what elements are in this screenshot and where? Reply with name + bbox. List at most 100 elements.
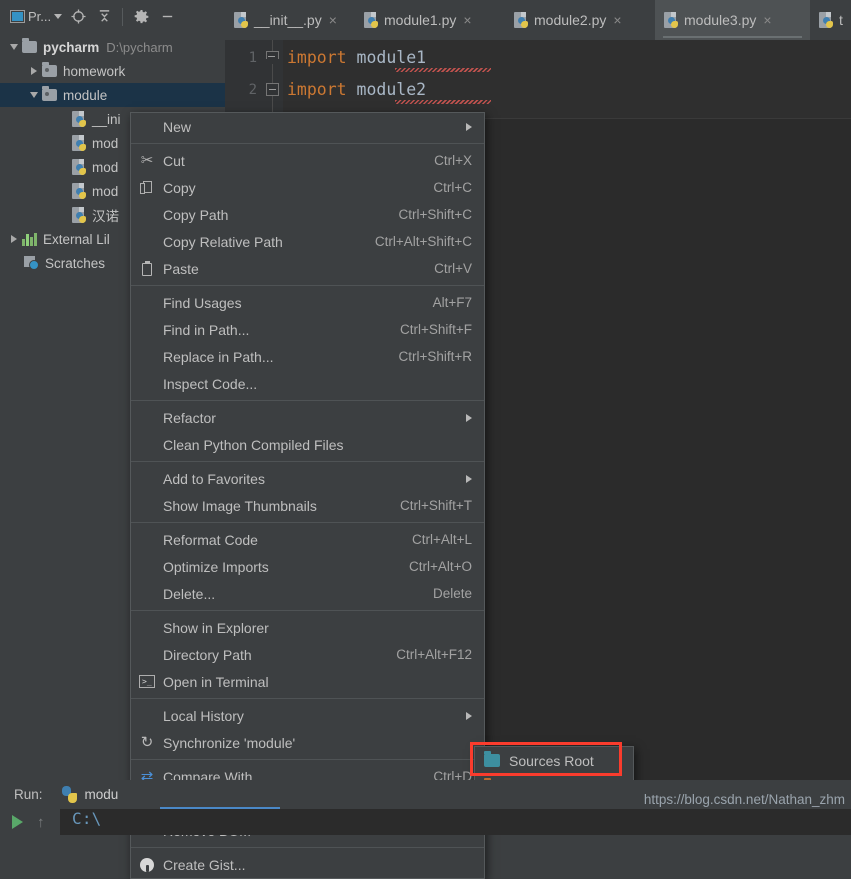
menu-item-show-in-explorer[interactable]: Show in Explorer [131, 614, 484, 641]
menu-item-label: Directory Path [163, 646, 252, 663]
menu-item-label: Optimize Imports [163, 558, 269, 575]
chevron-down-icon[interactable] [6, 44, 22, 50]
copy-icon [138, 180, 156, 196]
menu-separator [131, 461, 484, 462]
code-text: module1 [346, 48, 427, 67]
close-icon[interactable]: × [463, 13, 471, 27]
error-underline [395, 68, 491, 72]
menu-item-label: Copy Relative Path [163, 233, 283, 250]
code-line-1: import module1 [287, 48, 426, 67]
project-select-icon [10, 10, 25, 23]
keyword-token: import [287, 80, 347, 99]
tab-label: module2.py [534, 12, 607, 28]
menu-separator [131, 285, 484, 286]
menu-item-reformat-code[interactable]: Reformat Code Ctrl+Alt+L [131, 526, 484, 553]
python-file-icon [514, 11, 529, 29]
submenu-item-sources-root[interactable]: Sources Root [475, 747, 633, 774]
menu-item-shortcut: Ctrl+Alt+F12 [396, 647, 472, 662]
project-view-selector[interactable]: Pr... [10, 9, 63, 24]
tree-item-label: mod [92, 135, 119, 151]
menu-item-find-in-path[interactable]: Find in Path... Ctrl+Shift+F [131, 316, 484, 343]
menu-item-clean-python-compiled-files[interactable]: Clean Python Compiled Files [131, 431, 484, 458]
close-icon[interactable]: × [613, 13, 621, 27]
watermark-text: https://blog.csdn.net/Nathan_zhm [643, 792, 845, 807]
menu-item-create-gist[interactable]: Create Gist... [131, 851, 484, 878]
menu-item-add-to-favorites[interactable]: Add to Favorites [131, 465, 484, 492]
tree-item-path: D:\pycharm [106, 39, 173, 55]
run-label: Run: [14, 787, 43, 802]
menu-item-open-in-terminal[interactable]: >_ Open in Terminal [131, 668, 484, 695]
menu-item-label: Copy Path [163, 206, 229, 223]
console-output-text: C:\ [72, 809, 102, 828]
editor-tab-module3[interactable]: module3.py × [655, 0, 810, 40]
menu-separator [131, 610, 484, 611]
tree-item-module[interactable]: module [0, 83, 225, 107]
close-icon[interactable]: × [329, 13, 337, 27]
menu-separator [131, 698, 484, 699]
menu-item-replace-in-path[interactable]: Replace in Path... Ctrl+Shift+R [131, 343, 484, 370]
menu-item-delete[interactable]: Delete... Delete [131, 580, 484, 607]
tree-item-homework[interactable]: homework [0, 59, 225, 83]
menu-item-shortcut: Ctrl+Shift+F [399, 322, 472, 337]
menu-item-label: Synchronize 'module' [163, 734, 296, 751]
run-tab[interactable]: modu [61, 780, 118, 809]
chevron-right-icon[interactable] [26, 67, 42, 75]
fold-toggle-icon[interactable] [266, 51, 279, 64]
paste-icon [138, 260, 156, 277]
menu-item-shortcut: Delete [432, 586, 472, 601]
menu-item-shortcut: Ctrl+V [434, 261, 472, 276]
folder-icon [22, 38, 37, 53]
menu-item-find-usages[interactable]: Find Usages Alt+F7 [131, 289, 484, 316]
fold-toggle-icon[interactable] [266, 83, 279, 96]
locate-icon[interactable] [68, 7, 88, 27]
run-console[interactable] [0, 809, 851, 835]
run-icon[interactable] [12, 815, 23, 829]
editor-tab-module2[interactable]: module2.py × [505, 0, 655, 40]
python-file-icon [72, 110, 87, 128]
menu-item-copy-path[interactable]: Copy Path Ctrl+Shift+C [131, 201, 484, 228]
menu-item-shortcut: Ctrl+Alt+O [408, 559, 472, 574]
collapse-all-icon[interactable] [94, 7, 114, 27]
chevron-right-icon [466, 413, 472, 422]
menu-item-optimize-imports[interactable]: Optimize Imports Ctrl+Alt+O [131, 553, 484, 580]
python-file-icon [72, 134, 87, 152]
keyword-token: import [287, 48, 347, 67]
submenu-item-label: Sources Root [509, 752, 594, 769]
gear-icon[interactable] [131, 7, 151, 27]
python-file-icon [72, 182, 87, 200]
editor-tab-overflow[interactable]: t [810, 0, 851, 40]
python-file-icon [72, 206, 87, 224]
folder-icon [42, 62, 57, 77]
chevron-down-icon[interactable] [26, 92, 42, 98]
menu-item-shortcut: Ctrl+Shift+R [398, 349, 472, 364]
menu-item-copy[interactable]: Copy Ctrl+C [131, 174, 484, 201]
menu-item-local-history[interactable]: Local History [131, 702, 484, 729]
editor-tab-init[interactable]: __init__.py × [225, 0, 355, 40]
menu-item-shortcut: Ctrl+Alt+Shift+C [374, 234, 472, 249]
menu-item-shortcut: Ctrl+C [433, 180, 472, 195]
menu-item-refactor[interactable]: Refactor [131, 404, 484, 431]
chevron-right-icon[interactable] [6, 235, 22, 243]
chevron-right-icon [466, 122, 472, 131]
chevron-down-icon[interactable] [54, 14, 63, 19]
menu-item-cut[interactable]: ✂ Cut Ctrl+X [131, 147, 484, 174]
close-icon[interactable]: × [763, 13, 771, 27]
tab-label: __init__.py [254, 12, 322, 28]
menu-item-synchronize[interactable]: ↻ Synchronize 'module' [131, 729, 484, 756]
minimize-icon[interactable] [157, 7, 177, 27]
menu-item-new[interactable]: New [131, 113, 484, 140]
menu-item-paste[interactable]: Paste Ctrl+V [131, 255, 484, 282]
menu-item-label: Open in Terminal [163, 673, 269, 690]
context-menu[interactable]: New ✂ Cut Ctrl+X Copy Ctrl+C Copy Path C… [130, 112, 485, 879]
menu-item-show-image-thumbnails[interactable]: Show Image Thumbnails Ctrl+Shift+T [131, 492, 484, 519]
editor-tab-module1[interactable]: module1.py × [355, 0, 505, 40]
python-file-icon [72, 158, 87, 176]
menu-item-label: Delete... [163, 585, 216, 602]
tree-item-pycharm[interactable]: pycharm D:\pycharm [0, 35, 225, 59]
project-panel-toolbar: Pr... [0, 0, 225, 33]
menu-item-directory-path[interactable]: Directory Path Ctrl+Alt+F12 [131, 641, 484, 668]
menu-item-inspect-code[interactable]: Inspect Code... [131, 370, 484, 397]
rerun-up-icon[interactable]: ↑ [37, 815, 45, 830]
menu-item-copy-relative-path[interactable]: Copy Relative Path Ctrl+Alt+Shift+C [131, 228, 484, 255]
code-text: module2 [346, 80, 427, 99]
